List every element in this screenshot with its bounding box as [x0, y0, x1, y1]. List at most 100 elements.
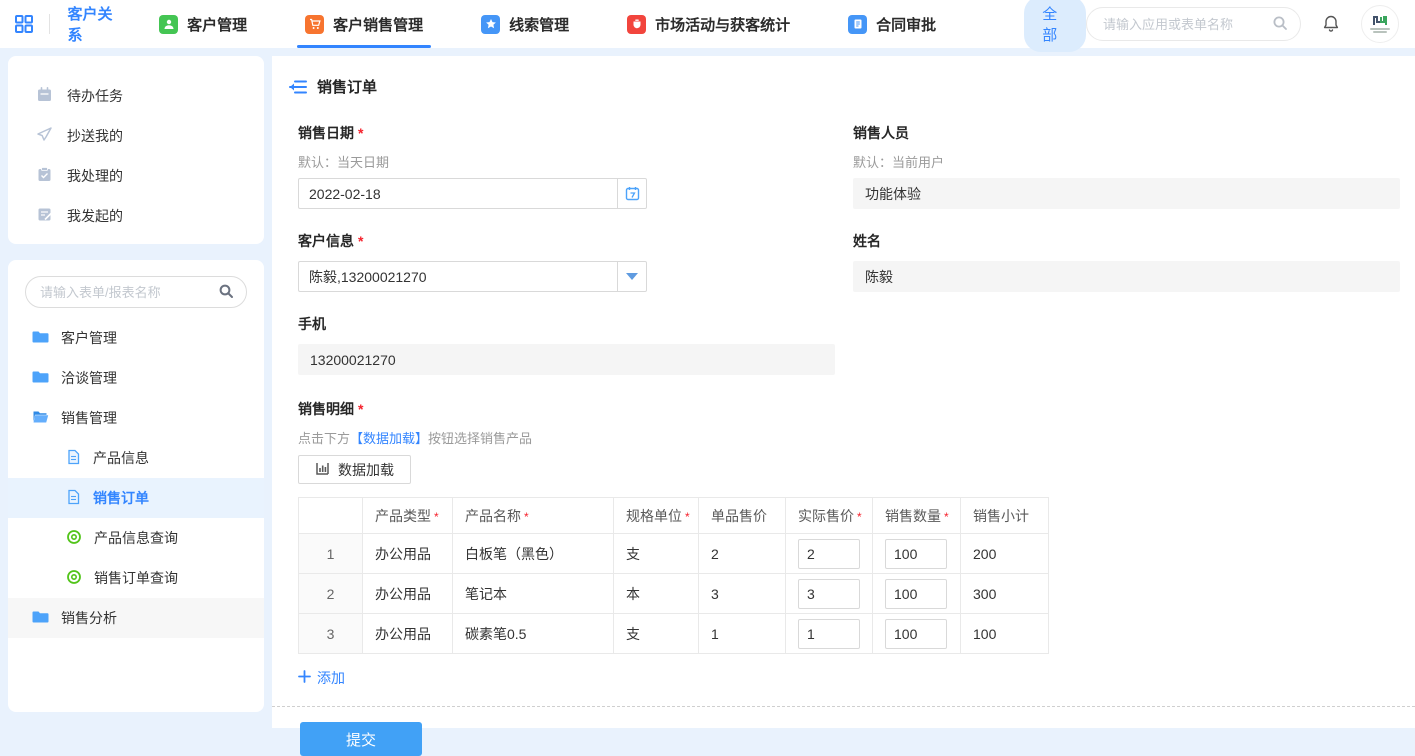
tab-customer-sales-management[interactable]: 客户销售管理	[305, 0, 423, 48]
calendar-picker-button[interactable]	[617, 178, 647, 209]
tree-item-negotiation-management[interactable]: 洽谈管理	[8, 358, 264, 398]
actual-price-input[interactable]	[798, 539, 860, 569]
tree-item-product-info[interactable]: 产品信息	[8, 438, 264, 478]
all-apps-pill[interactable]: 全部	[1024, 0, 1086, 52]
cell-actual-price	[786, 614, 873, 654]
table-row: 3 办公用品 碳素笔0.5 支 1 100	[299, 614, 1049, 654]
cell-quantity	[873, 534, 961, 574]
tree-label: 洽谈管理	[61, 368, 117, 388]
cell-unit-price: 3	[699, 574, 786, 614]
account-logo[interactable]	[1361, 5, 1399, 43]
cell-subtotal: 200	[961, 534, 1049, 574]
tree-item-sales-order[interactable]: 销售订单	[8, 478, 264, 518]
divider	[49, 14, 50, 34]
field-label: 销售明细*	[298, 399, 1400, 419]
customer-select[interactable]: 陈毅,13200021270	[298, 261, 647, 292]
sale-date-input[interactable]	[298, 178, 617, 209]
detail-helper: 点击下方【数据加载】按钮选择销售产品	[298, 428, 1400, 447]
field-label: 客户信息*	[298, 231, 835, 251]
col-subtotal: 销售小计	[961, 498, 1049, 534]
topbar-right-cluster	[1086, 5, 1399, 43]
cell-unit: 支	[614, 534, 699, 574]
back-icon[interactable]	[288, 79, 307, 95]
field-sale-date: 销售日期* 默认：当天日期	[298, 123, 835, 209]
sidebar-task-menu: 待办任务 抄送我的 我处理的 我发起的	[8, 56, 264, 244]
sales-detail-section: 销售明细* 点击下方【数据加载】按钮选择销售产品 数据加载 产品类型* 产品名称…	[298, 399, 1400, 688]
field-name: 姓名 陈毅	[853, 231, 1400, 292]
submit-button[interactable]: 提交	[300, 722, 422, 756]
tree-item-sales-analysis[interactable]: 销售分析	[8, 598, 264, 638]
load-data-button[interactable]: 数据加载	[298, 455, 411, 484]
target-icon	[66, 529, 82, 548]
salesperson-value: 功能体验	[853, 178, 1400, 209]
dropdown-button[interactable]	[617, 261, 647, 292]
tree-item-sales-management[interactable]: 销售管理	[8, 398, 264, 438]
table-row: 2 办公用品 笔记本 本 3 300	[299, 574, 1049, 614]
target-icon	[66, 569, 82, 588]
cell-quantity	[873, 574, 961, 614]
required-mark: *	[358, 125, 363, 141]
apps-grid-icon[interactable]	[14, 12, 35, 36]
tree-label: 销售订单	[93, 488, 149, 508]
quantity-input[interactable]	[885, 619, 947, 649]
app-tabs: 客户管理 客户销售管理 线索管理 市场活动与获客统计 合同审批	[159, 0, 994, 48]
field-label: 手机	[298, 314, 1400, 334]
app-search	[1086, 7, 1301, 41]
form-search-input[interactable]	[25, 276, 247, 308]
cell-unit-price: 1	[699, 614, 786, 654]
notifications-bell-icon[interactable]	[1321, 14, 1341, 34]
required-mark: *	[358, 401, 363, 417]
customer-select-value: 陈毅,13200021270	[298, 261, 617, 292]
cell-unit-price: 2	[699, 534, 786, 574]
tree-label: 销售订单查询	[94, 568, 178, 588]
add-row-button[interactable]: 添加	[298, 668, 345, 688]
cell-subtotal: 100	[961, 614, 1049, 654]
logo-text-lines	[1370, 27, 1390, 33]
row-index: 2	[299, 574, 363, 614]
sidebar-item-initiated-by-me[interactable]: 我发起的	[8, 196, 264, 236]
menu-label: 我发起的	[67, 206, 123, 226]
tree-label: 销售分析	[61, 608, 117, 628]
cell-product-name: 白板笔（黑色）	[453, 534, 614, 574]
folder-icon	[32, 369, 49, 387]
tree-item-sales-order-query[interactable]: 销售订单查询	[8, 558, 264, 598]
tree-item-product-info-query[interactable]: 产品信息查询	[8, 518, 264, 558]
form-search	[25, 276, 247, 308]
tab-label: 线索管理	[509, 14, 569, 35]
tab-label: 市场活动与获客统计	[655, 14, 790, 35]
tab-contract-approval[interactable]: 合同审批	[848, 0, 936, 48]
actual-price-input[interactable]	[798, 619, 860, 649]
plus-icon	[298, 670, 311, 686]
search-icon	[1272, 15, 1289, 35]
quantity-input[interactable]	[885, 539, 947, 569]
bar-chart-icon	[315, 461, 330, 479]
folder-icon	[32, 329, 49, 347]
quantity-input[interactable]	[885, 579, 947, 609]
load-data-inline-link[interactable]: 【数据加载】	[350, 431, 428, 446]
field-helper: 默认：当前用户	[853, 152, 1400, 171]
sidebar-item-todo-tasks[interactable]: 待办任务	[8, 76, 264, 116]
tree-label: 销售管理	[61, 408, 117, 428]
top-navigation-bar: 客户关系 客户管理 客户销售管理 线索管理 市场活动与获客统计	[0, 0, 1415, 48]
menu-label: 待办任务	[67, 86, 123, 106]
file-icon	[66, 449, 81, 468]
row-index: 1	[299, 534, 363, 574]
cell-actual-price	[786, 534, 873, 574]
sidebar-item-cc-to-me[interactable]: 抄送我的	[8, 116, 264, 156]
menu-label: 我处理的	[67, 166, 123, 186]
tree-item-customer-management[interactable]: 客户管理	[8, 318, 264, 358]
tab-marketing-stats[interactable]: 市场活动与获客统计	[627, 0, 790, 48]
user-icon	[159, 15, 178, 34]
sidebar-item-handled-by-me[interactable]: 我处理的	[8, 156, 264, 196]
tab-leads-management[interactable]: 线索管理	[481, 0, 569, 48]
col-index	[299, 498, 363, 534]
actual-price-input[interactable]	[798, 579, 860, 609]
paper-plane-icon	[36, 126, 53, 146]
app-search-input[interactable]	[1086, 7, 1301, 41]
workspace-label[interactable]: 客户关系	[68, 3, 120, 45]
cell-unit: 本	[614, 574, 699, 614]
field-helper: 默认：当天日期	[298, 152, 835, 171]
tab-customer-management[interactable]: 客户管理	[159, 0, 247, 48]
col-unit-price: 单品售价	[699, 498, 786, 534]
table-header-row: 产品类型* 产品名称* 规格单位* 单品售价 实际售价* 销售数量* 销售小计	[299, 498, 1049, 534]
